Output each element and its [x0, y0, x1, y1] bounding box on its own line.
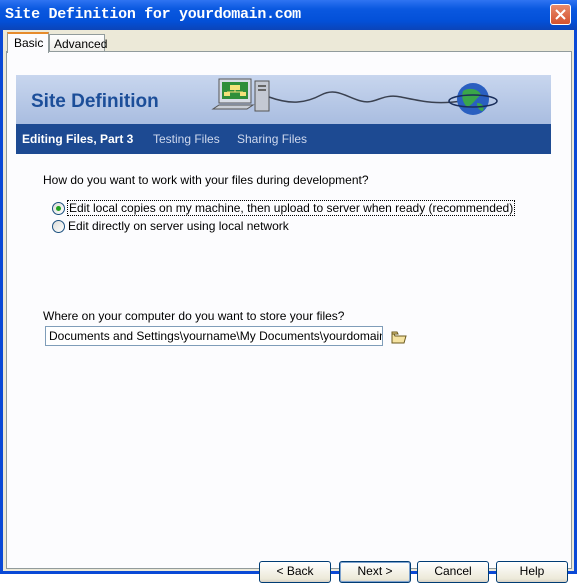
cancel-button[interactable]: Cancel [417, 561, 489, 583]
close-icon [555, 9, 566, 20]
dialog-body: Basic Advanced Site Definition Editing F… [3, 30, 574, 583]
tab-panel: Site Definition Editing Files, Part 3 Te… [6, 51, 572, 583]
step-nav-bar: Editing Files, Part 3 Testing Files Shar… [16, 124, 551, 154]
back-button[interactable]: < Back [259, 561, 331, 583]
browse-folder-icon[interactable] [391, 331, 407, 344]
option-edit-local-label[interactable]: Edit local copies on my machine, then up… [66, 200, 516, 216]
storage-question: Where on your computer do you want to st… [43, 309, 345, 323]
step-sharing-files[interactable]: Sharing Files [237, 132, 307, 146]
step-editing-files: Editing Files, Part 3 [22, 132, 134, 146]
help-button[interactable]: Help [496, 561, 568, 583]
dialog-window: Site Definition for yourdomain.com Basic… [0, 0, 577, 583]
title-bar[interactable]: Site Definition for yourdomain.com [0, 0, 577, 30]
option-edit-local[interactable]: Edit local copies on my machine, then up… [52, 200, 516, 216]
local-folder-input[interactable]: Documents and Settings\yourname\My Docum… [45, 326, 383, 346]
work-mode-question: How do you want to work with your files … [43, 173, 369, 187]
radio-edit-server[interactable] [52, 219, 65, 233]
network-illustration-icon [211, 78, 498, 115]
banner-title: Site Definition [31, 91, 159, 112]
header-banner: Site Definition [16, 75, 551, 124]
step-testing-files[interactable]: Testing Files [153, 132, 220, 146]
tab-advanced[interactable]: Advanced [49, 34, 107, 52]
close-button[interactable] [550, 4, 571, 25]
option-edit-server-label[interactable]: Edit directly on server using local netw… [68, 219, 289, 233]
option-edit-server[interactable]: Edit directly on server using local netw… [52, 219, 289, 233]
window-title: Site Definition for yourdomain.com [5, 6, 301, 23]
next-button[interactable]: Next > [339, 561, 411, 583]
tab-basic[interactable]: Basic [7, 32, 49, 53]
radio-edit-local[interactable] [52, 201, 65, 215]
